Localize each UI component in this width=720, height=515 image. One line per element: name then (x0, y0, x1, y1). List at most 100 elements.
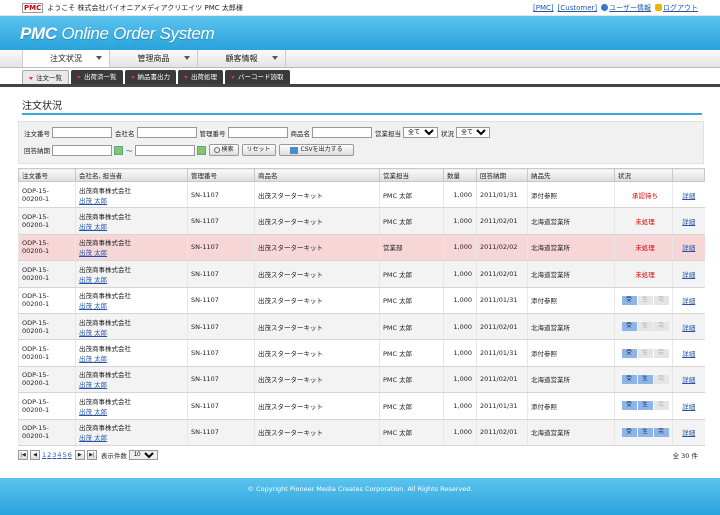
page-5[interactable]: 5 (63, 451, 67, 459)
link-user-info[interactable]: ユーザー情報 (609, 4, 651, 12)
order-no-suffix: 00200-1 (22, 379, 50, 388)
delivery-date: 2011/02/01 (476, 313, 528, 341)
person-link[interactable]: 出茂 太郎 (79, 247, 187, 257)
product-name: 出茂スターターキット (254, 313, 380, 341)
destination: 北海道営業所 (527, 207, 615, 235)
mgmt-no-input[interactable] (227, 127, 288, 138)
first-page-button[interactable]: |◀ (18, 450, 28, 460)
status-select[interactable]: 全て (456, 127, 490, 138)
delivery-to-input[interactable] (134, 144, 195, 156)
detail-link[interactable]: 詳細 (682, 218, 695, 226)
csv-export-button[interactable]: CSVを出力する (278, 144, 354, 156)
page-4[interactable]: 4 (57, 451, 61, 459)
stamp-1: 生 (637, 295, 653, 305)
nav-orders[interactable]: 注文状況 (22, 50, 110, 67)
destination: 添付参照 (527, 181, 615, 209)
app-logo[interactable]: PMC Online Order System (20, 24, 215, 44)
quantity: 1,000 (443, 419, 477, 446)
tab-shipping[interactable]: 出荷処理 (178, 70, 223, 84)
person-link[interactable]: 出茂 太郎 (79, 327, 187, 337)
stamp-2: 完 (653, 322, 669, 332)
table-row: ODP-15- 00200-1 出茂商事株式会社 出茂 太郎 SN-1107 出茂スタータ… (18, 313, 705, 341)
person-link[interactable]: 出茂 太郎 (79, 300, 187, 310)
person-link[interactable]: 出茂 太郎 (79, 274, 187, 284)
destination: 添付参照 (527, 392, 615, 420)
main-nav: 注文状況 管理商品 顧客情報 (0, 50, 720, 68)
product-name: 出茂スターターキット (254, 392, 380, 420)
col-qty[interactable]: 数量 (443, 168, 477, 182)
company-name: 出茂商事株式会社 (79, 213, 131, 222)
product-input[interactable] (312, 127, 372, 138)
per-page-select[interactable]: 10 (128, 450, 158, 460)
person-link[interactable]: 出茂 太郎 (79, 406, 187, 416)
company-input[interactable] (136, 127, 197, 138)
delivery-from-input[interactable] (52, 144, 112, 156)
stamp-1: 生 (637, 427, 653, 437)
tab-order-list[interactable]: 注文一覧 (22, 70, 69, 84)
page-6[interactable]: 6 (68, 451, 72, 459)
page-3[interactable]: 3 (52, 451, 56, 459)
mgmt-no: SN-1107 (187, 366, 255, 394)
detail-link[interactable]: 詳細 (682, 376, 695, 384)
tab-barcode[interactable]: バーコード読取 (225, 70, 290, 84)
detail-link[interactable]: 詳細 (682, 271, 695, 279)
mgmt-no: SN-1107 (187, 181, 255, 209)
col-delivery[interactable]: 回答納期 (476, 168, 528, 182)
col-product[interactable]: 商品名 (254, 168, 380, 182)
detail-link[interactable]: 詳細 (682, 297, 695, 305)
tab-delivery-slip[interactable]: 納品書出力 (124, 70, 176, 84)
sales-select[interactable]: 全て (403, 127, 438, 138)
search-button[interactable]: 検索 (208, 144, 239, 156)
top-bar: PMC ようこそ 株式会社パイオニアメディアクリエイツ PMC 太郎様 [PMC… (0, 0, 720, 16)
mgmt-no: SN-1107 (187, 207, 255, 235)
page-1[interactable]: 1 (42, 451, 46, 459)
next-page-button[interactable]: ▶ (74, 450, 85, 460)
person-link[interactable]: 出茂 太郎 (79, 353, 187, 363)
person-link[interactable]: 出茂 太郎 (79, 221, 187, 231)
detail-link[interactable]: 詳細 (682, 429, 695, 437)
col-company[interactable]: 会社名, 担当者 (75, 168, 188, 182)
order-no-suffix: 00200-1 (22, 353, 50, 362)
destination: 北海道営業所 (527, 366, 615, 394)
person-link[interactable]: 出茂 太郎 (79, 379, 187, 389)
delivery-date: 2011/01/31 (476, 339, 528, 367)
detail-link[interactable]: 詳細 (682, 324, 695, 332)
table-row: ODP-15- 00200-1 出茂商事株式会社 出茂 太郎 SN-1107 出茂スタータ… (18, 287, 705, 314)
user-icon (601, 4, 609, 11)
col-mgmt-no[interactable]: 管理番号 (187, 168, 255, 182)
reset-button[interactable]: リセット (241, 144, 276, 156)
page-title: 注文状況 (22, 101, 62, 112)
col-status[interactable]: 状況 (614, 168, 673, 182)
company-name: 出茂商事株式会社 (79, 371, 131, 380)
company-name: 出茂商事株式会社 (79, 186, 131, 195)
prev-page-button[interactable]: ◀ (30, 450, 40, 460)
link-customer[interactable]: [Customer] (558, 4, 597, 12)
page-2[interactable]: 2 (47, 451, 51, 459)
detail-link[interactable]: 詳細 (682, 244, 695, 252)
nav-customers[interactable]: 顧客情報 (198, 50, 286, 67)
quantity: 1,000 (443, 339, 477, 367)
order-no: ODP-15- (22, 424, 49, 433)
quantity: 1,000 (443, 207, 477, 235)
person-link[interactable]: 出茂 太郎 (79, 195, 187, 205)
last-page-button[interactable]: ▶| (86, 450, 97, 460)
destination: 添付参照 (527, 339, 615, 367)
tab-shipped-list[interactable]: 出荷済一覧 (71, 70, 123, 84)
link-logout[interactable]: ログアウト (663, 4, 698, 12)
col-destination[interactable]: 納品先 (527, 168, 615, 182)
calendar-icon[interactable] (114, 145, 123, 155)
stamp-0: 受 (621, 374, 637, 384)
person-link[interactable]: 出茂 太郎 (79, 432, 187, 442)
detail-link[interactable]: 詳細 (682, 192, 695, 200)
col-sales[interactable]: 営業担当 (379, 168, 444, 182)
stamp-0: 受 (621, 322, 637, 332)
detail-link[interactable]: 詳細 (682, 403, 695, 411)
detail-link[interactable]: 詳細 (682, 350, 695, 358)
link-pmc[interactable]: [PMC] (533, 4, 554, 12)
calendar-icon[interactable] (196, 145, 206, 155)
total-count: 全 30 件 (672, 452, 698, 460)
product-name: 出茂スターターキット (254, 207, 380, 235)
order-no-input[interactable] (52, 127, 112, 138)
col-order-no[interactable]: 注文番号 (18, 168, 76, 182)
nav-products[interactable]: 管理商品 (110, 50, 198, 67)
